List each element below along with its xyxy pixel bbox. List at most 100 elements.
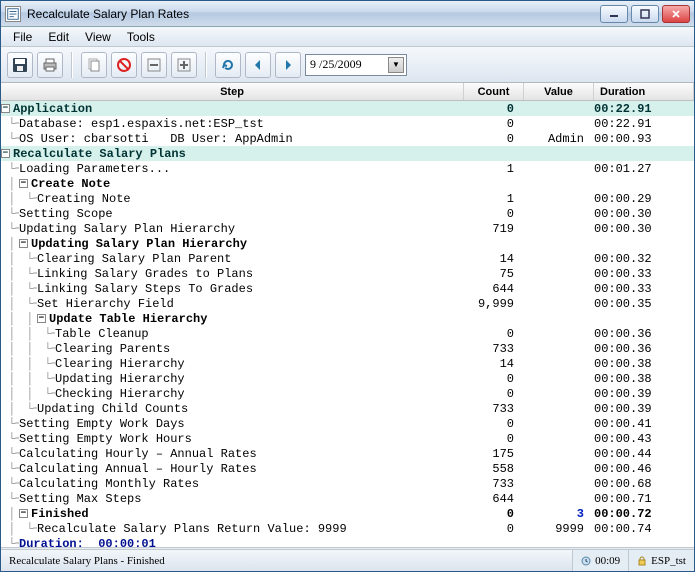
tree-toggle[interactable]: −	[37, 314, 46, 323]
step-label: OS User: cbarsotti DB User: AppAdmin	[19, 132, 293, 146]
log-row[interactable]: └╴Calculating Hourly – Annual Rates17500…	[1, 446, 694, 461]
count-cell: 0	[464, 432, 524, 446]
menu-edit[interactable]: Edit	[40, 28, 77, 46]
tree-toggle[interactable]: −	[19, 239, 28, 248]
count-cell: 644	[464, 492, 524, 506]
next-button[interactable]	[275, 52, 301, 78]
close-button[interactable]	[662, 5, 690, 23]
refresh-button[interactable]	[215, 52, 241, 78]
print-button[interactable]	[37, 52, 63, 78]
expand-button[interactable]	[171, 52, 197, 78]
log-row[interactable]: │ │ −Update Table Hierarchy	[1, 311, 694, 326]
collapse-button[interactable]	[141, 52, 167, 78]
log-row[interactable]: │ │ └╴Clearing Parents73300:00.36	[1, 341, 694, 356]
log-row[interactable]: └╴Setting Max Steps64400:00.71	[1, 491, 694, 506]
log-rows[interactable]: −Application000:22.91 └╴Database: esp1.e…	[1, 101, 694, 547]
count-cell: 0	[464, 102, 524, 116]
step-label: Linking Salary Grades to Plans	[37, 267, 253, 281]
log-row[interactable]: └╴Updating Salary Plan Hierarchy71900:00…	[1, 221, 694, 236]
step-label: Recalculate Salary Plans Return Value: 9…	[37, 522, 347, 536]
step-cell: │ −Updating Salary Plan Hierarchy	[1, 237, 464, 251]
log-row[interactable]: │ −Updating Salary Plan Hierarchy	[1, 236, 694, 251]
duration-cell: 00:00.29	[594, 192, 694, 206]
count-cell: 14	[464, 252, 524, 266]
step-label: Loading Parameters...	[19, 162, 170, 176]
log-row[interactable]: │ │ └╴Table Cleanup000:00.36	[1, 326, 694, 341]
log-row[interactable]: −Application0 00:22.91	[1, 101, 694, 116]
log-row[interactable]: │ └╴Clearing Salary Plan Parent1400:00.3…	[1, 251, 694, 266]
log-row[interactable]: └╴Loading Parameters...100:01.27	[1, 161, 694, 176]
step-cell: └╴Setting Empty Work Hours	[1, 431, 464, 446]
step-cell: └╴OS User: cbarsotti DB User: AppAdmin	[1, 131, 464, 146]
save-button[interactable]	[7, 52, 33, 78]
window-controls	[600, 5, 690, 23]
step-cell: −Application	[1, 102, 464, 116]
menu-view[interactable]: View	[77, 28, 119, 46]
chevron-down-icon[interactable]: ▼	[388, 57, 404, 73]
step-label: Update Table Hierarchy	[49, 312, 207, 326]
col-count[interactable]: Count	[464, 83, 524, 100]
log-row[interactable]: −Recalculate Salary Plans	[1, 146, 694, 161]
count-cell: 733	[464, 402, 524, 416]
tree-toggle[interactable]: −	[19, 179, 28, 188]
statusbar: Recalculate Salary Plans - Finished 00:0…	[1, 549, 694, 571]
log-row[interactable]: │ −Create Note	[1, 176, 694, 191]
step-cell: └╴Loading Parameters...	[1, 161, 464, 176]
log-row[interactable]: │ │ └╴Checking Hierarchy000:00.39	[1, 386, 694, 401]
step-cell: │ └╴Clearing Salary Plan Parent	[1, 251, 464, 266]
col-duration[interactable]: Duration	[594, 83, 694, 100]
log-row[interactable]: │ −Finished0300:00.72	[1, 506, 694, 521]
date-input[interactable]	[308, 56, 388, 73]
log-row[interactable]: │ │ └╴Updating Hierarchy000:00.38	[1, 371, 694, 386]
toolbar-separator	[71, 52, 73, 78]
log-row[interactable]: └╴Duration: 00:00:01	[1, 536, 694, 547]
duration-cell: 00:22.91	[594, 102, 694, 116]
log-row[interactable]: │ └╴Linking Salary Steps To Grades64400:…	[1, 281, 694, 296]
log-row[interactable]: │ └╴Updating Child Counts73300:00.39	[1, 401, 694, 416]
menu-tools[interactable]: Tools	[119, 28, 163, 46]
duration-cell: 00:00.30	[594, 222, 694, 236]
step-cell: │ └╴Recalculate Salary Plans Return Valu…	[1, 521, 464, 536]
cancel-button[interactable]	[111, 52, 137, 78]
step-label: Clearing Salary Plan Parent	[37, 252, 231, 266]
app-icon	[5, 6, 21, 22]
log-row[interactable]: │ └╴Creating Note100:00.29	[1, 191, 694, 206]
duration-cell: 00:00.39	[594, 402, 694, 416]
duration-cell: 00:00.72	[594, 507, 694, 521]
log-row[interactable]: └╴Calculating Monthly Rates73300:00.68	[1, 476, 694, 491]
log-row[interactable]: │ │ └╴Clearing Hierarchy1400:00.38	[1, 356, 694, 371]
date-picker[interactable]: ▼	[305, 54, 407, 76]
step-label: Updating Salary Plan Hierarchy	[31, 237, 247, 251]
log-row[interactable]: │ └╴Linking Salary Grades to Plans7500:0…	[1, 266, 694, 281]
step-label: Updating Salary Plan Hierarchy	[19, 222, 235, 236]
tree-toggle[interactable]: −	[1, 149, 10, 158]
step-cell: └╴Database: esp1.espaxis.net:ESP_tst	[1, 116, 464, 131]
step-cell: │ │ └╴Table Cleanup	[1, 326, 464, 341]
duration-cell: 00:00.38	[594, 372, 694, 386]
log-row[interactable]: └╴Setting Scope000:00.30	[1, 206, 694, 221]
tree-toggle[interactable]: −	[19, 509, 28, 518]
log-row[interactable]: └╴Database: esp1.espaxis.net:ESP_tst000:…	[1, 116, 694, 131]
step-cell: │ │ └╴Updating Hierarchy	[1, 371, 464, 386]
step-cell: └╴Setting Empty Work Days	[1, 416, 464, 431]
duration-cell: 00:00.36	[594, 342, 694, 356]
menu-file[interactable]: File	[5, 28, 40, 46]
log-row[interactable]: └╴Setting Empty Work Hours000:00.43	[1, 431, 694, 446]
maximize-button[interactable]	[631, 5, 659, 23]
titlebar[interactable]: Recalculate Salary Plan Rates	[1, 1, 694, 27]
col-value[interactable]: Value	[524, 83, 594, 100]
col-step[interactable]: Step	[1, 83, 464, 100]
log-row[interactable]: └╴OS User: cbarsotti DB User: AppAdmin0A…	[1, 131, 694, 146]
copy-button[interactable]	[81, 52, 107, 78]
log-row[interactable]: │ └╴Recalculate Salary Plans Return Valu…	[1, 521, 694, 536]
step-label: Create Note	[31, 177, 110, 191]
minimize-button[interactable]	[600, 5, 628, 23]
log-row[interactable]: └╴Calculating Annual – Hourly Rates55800…	[1, 461, 694, 476]
step-label: Database: esp1.espaxis.net:ESP_tst	[19, 117, 264, 131]
menubar: File Edit View Tools	[1, 27, 694, 47]
duration-cell: 00:00.35	[594, 297, 694, 311]
log-row[interactable]: └╴Setting Empty Work Days000:00.41	[1, 416, 694, 431]
log-row[interactable]: │ └╴Set Hierarchy Field9,99900:00.35	[1, 296, 694, 311]
prev-button[interactable]	[245, 52, 271, 78]
tree-toggle[interactable]: −	[1, 104, 10, 113]
